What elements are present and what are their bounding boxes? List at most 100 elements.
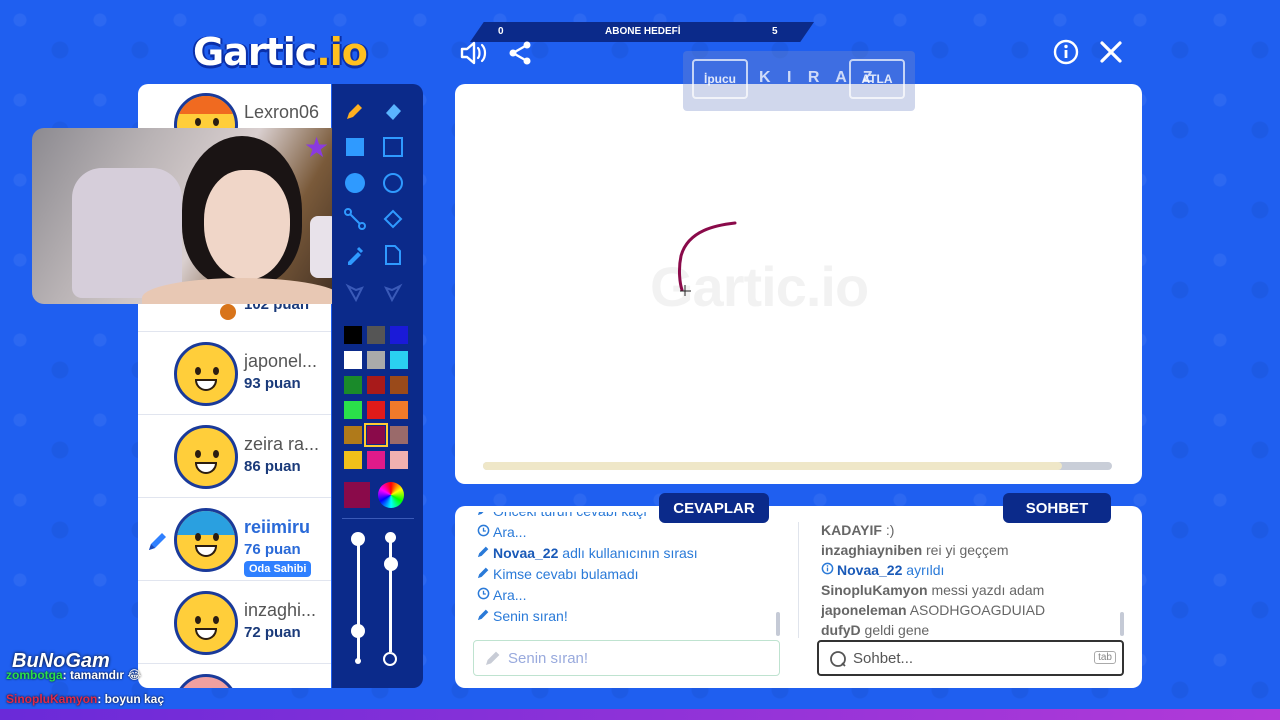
chat-text: rei yi geççem — [922, 542, 1009, 558]
player-row[interactable]: zeira ra... 86 puan — [138, 416, 331, 498]
color-wheel-icon[interactable] — [378, 482, 404, 508]
pencil-icon — [347, 104, 362, 119]
sound-button[interactable] — [458, 37, 490, 69]
streamer-webcam — [32, 128, 346, 304]
pencil-icon — [477, 606, 493, 627]
fill-tool[interactable] — [378, 204, 408, 234]
chat-input-placeholder: Sohbet... — [853, 649, 914, 667]
color-swatch[interactable] — [344, 426, 362, 444]
color-swatch[interactable] — [367, 451, 385, 469]
player-row[interactable] — [138, 665, 331, 688]
player-row-current-drawer[interactable]: reiimiru 76 puan Oda Sahibi — [138, 499, 331, 581]
chat-log: KADAYIF :) inzaghiayniben rei yi geççem No… — [821, 520, 1121, 638]
color-swatch[interactable] — [344, 326, 362, 344]
stream-chat-text: : tamamdır 😂 — [62, 668, 142, 682]
hint-button[interactable]: İpucu — [692, 59, 748, 99]
star-icon: ★ — [304, 132, 330, 163]
eraser-icon — [386, 104, 401, 120]
pencil-icon — [486, 651, 500, 665]
color-swatch[interactable] — [367, 376, 385, 394]
player-score: 72 puan — [244, 624, 301, 641]
color-swatch[interactable] — [390, 401, 408, 419]
redo-icon — [384, 283, 403, 302]
pencil-icon — [477, 543, 493, 564]
avatar — [174, 591, 238, 655]
answer-input[interactable]: Senin sıran! — [473, 640, 780, 676]
chat-tab[interactable]: SOHBET — [1003, 493, 1111, 523]
chat-text: :) — [881, 522, 895, 538]
answers-chat-panel: CEVAPLAR SOHBET Önceki turun cevabı kaçı… — [455, 493, 1142, 688]
player-score: 93 puan — [244, 375, 301, 392]
size-slider-handle[interactable] — [351, 624, 365, 638]
info-icon — [821, 560, 837, 580]
color-swatch[interactable] — [344, 401, 362, 419]
undo-icon — [345, 283, 364, 302]
stream-chat-line: zombotga: tamamdır 😂 — [6, 668, 141, 682]
chat-input[interactable]: Sohbet... tab — [817, 640, 1124, 676]
clear-page-tool[interactable] — [378, 240, 408, 270]
undo-tool[interactable] — [340, 276, 370, 306]
redo-tool[interactable] — [378, 276, 408, 306]
drawing-canvas[interactable]: Gartic.io — [455, 84, 1142, 484]
player-name: japonel... — [244, 351, 318, 371]
chat-text: geldi gene — [860, 622, 930, 638]
eyedropper-tool[interactable] — [340, 240, 370, 270]
logo-main-text: Gartic — [193, 30, 317, 74]
close-button[interactable] — [1095, 36, 1127, 68]
answer-input-placeholder: Senin sıran! — [508, 649, 589, 667]
skip-button[interactable]: ATLA — [849, 59, 905, 99]
color-swatch[interactable] — [390, 351, 408, 369]
answer-log-line: Önceki turun cevabı kaçı — [477, 512, 787, 522]
pencil-icon — [477, 564, 493, 585]
filled-rect-tool[interactable] — [340, 132, 370, 162]
color-swatch[interactable] — [344, 351, 362, 369]
color-swatch[interactable] — [364, 423, 388, 447]
color-swatch[interactable] — [390, 326, 408, 344]
info-button[interactable] — [1050, 36, 1082, 68]
drawing-toolbar — [332, 84, 423, 688]
filled-circle-icon — [345, 173, 365, 193]
color-swatch[interactable] — [390, 376, 408, 394]
room-owner-badge: Oda Sahibi — [244, 561, 312, 577]
color-swatch[interactable] — [367, 326, 385, 344]
eyedropper-icon — [348, 246, 364, 265]
answers-log: Önceki turun cevabı kaçı Ara... Novaa_22 a… — [477, 512, 787, 638]
chat-username: inzaghiayniben — [821, 542, 923, 558]
player-row[interactable]: inzaghi... 72 puan — [138, 582, 331, 664]
line-tool[interactable] — [340, 204, 370, 234]
opacity-slider-handle[interactable] — [384, 557, 398, 571]
color-swatch[interactable] — [390, 426, 408, 444]
color-swatch[interactable] — [367, 351, 385, 369]
player-name: Lexron06 — [244, 102, 320, 122]
logo-accent-text: .io — [316, 30, 368, 74]
share-button[interactable] — [504, 37, 536, 69]
current-color-swatch — [344, 482, 370, 508]
answers-scrollbar[interactable] — [776, 612, 780, 636]
chat-message: inzaghiayniben rei yi geççem — [821, 540, 1121, 560]
answer-log-line: Ara... — [477, 522, 787, 543]
size-slider-track — [357, 540, 360, 660]
answer-log-text: Ara... — [493, 524, 527, 540]
bucket-icon — [383, 209, 403, 229]
eraser-tool[interactable] — [378, 96, 408, 126]
player-row[interactable]: japonel... 93 puan — [138, 333, 331, 415]
avatar — [174, 674, 238, 688]
avatar — [174, 508, 238, 572]
player-score: 76 puan — [244, 541, 301, 558]
stream-bottom-bar — [0, 709, 1280, 720]
goal-label: ABONE HEDEFİ — [605, 26, 681, 37]
color-swatch[interactable] — [367, 401, 385, 419]
color-swatch[interactable] — [390, 451, 408, 469]
rect-tool[interactable] — [378, 132, 408, 162]
size-slider-top — [351, 532, 365, 546]
goal-target: 5 — [772, 26, 778, 37]
chat-username: SinopluKamyon — [821, 582, 928, 598]
pencil-tool[interactable] — [340, 96, 370, 126]
color-swatch[interactable] — [344, 376, 362, 394]
answer-log-text: Önceki turun cevabı kaçı — [493, 512, 647, 519]
stream-chat-text: : boyun kaç — [97, 692, 165, 706]
ellipse-tool[interactable] — [378, 168, 408, 198]
filled-ellipse-tool[interactable] — [340, 168, 370, 198]
color-swatch[interactable] — [344, 451, 362, 469]
chat-scrollbar[interactable] — [1120, 612, 1124, 636]
